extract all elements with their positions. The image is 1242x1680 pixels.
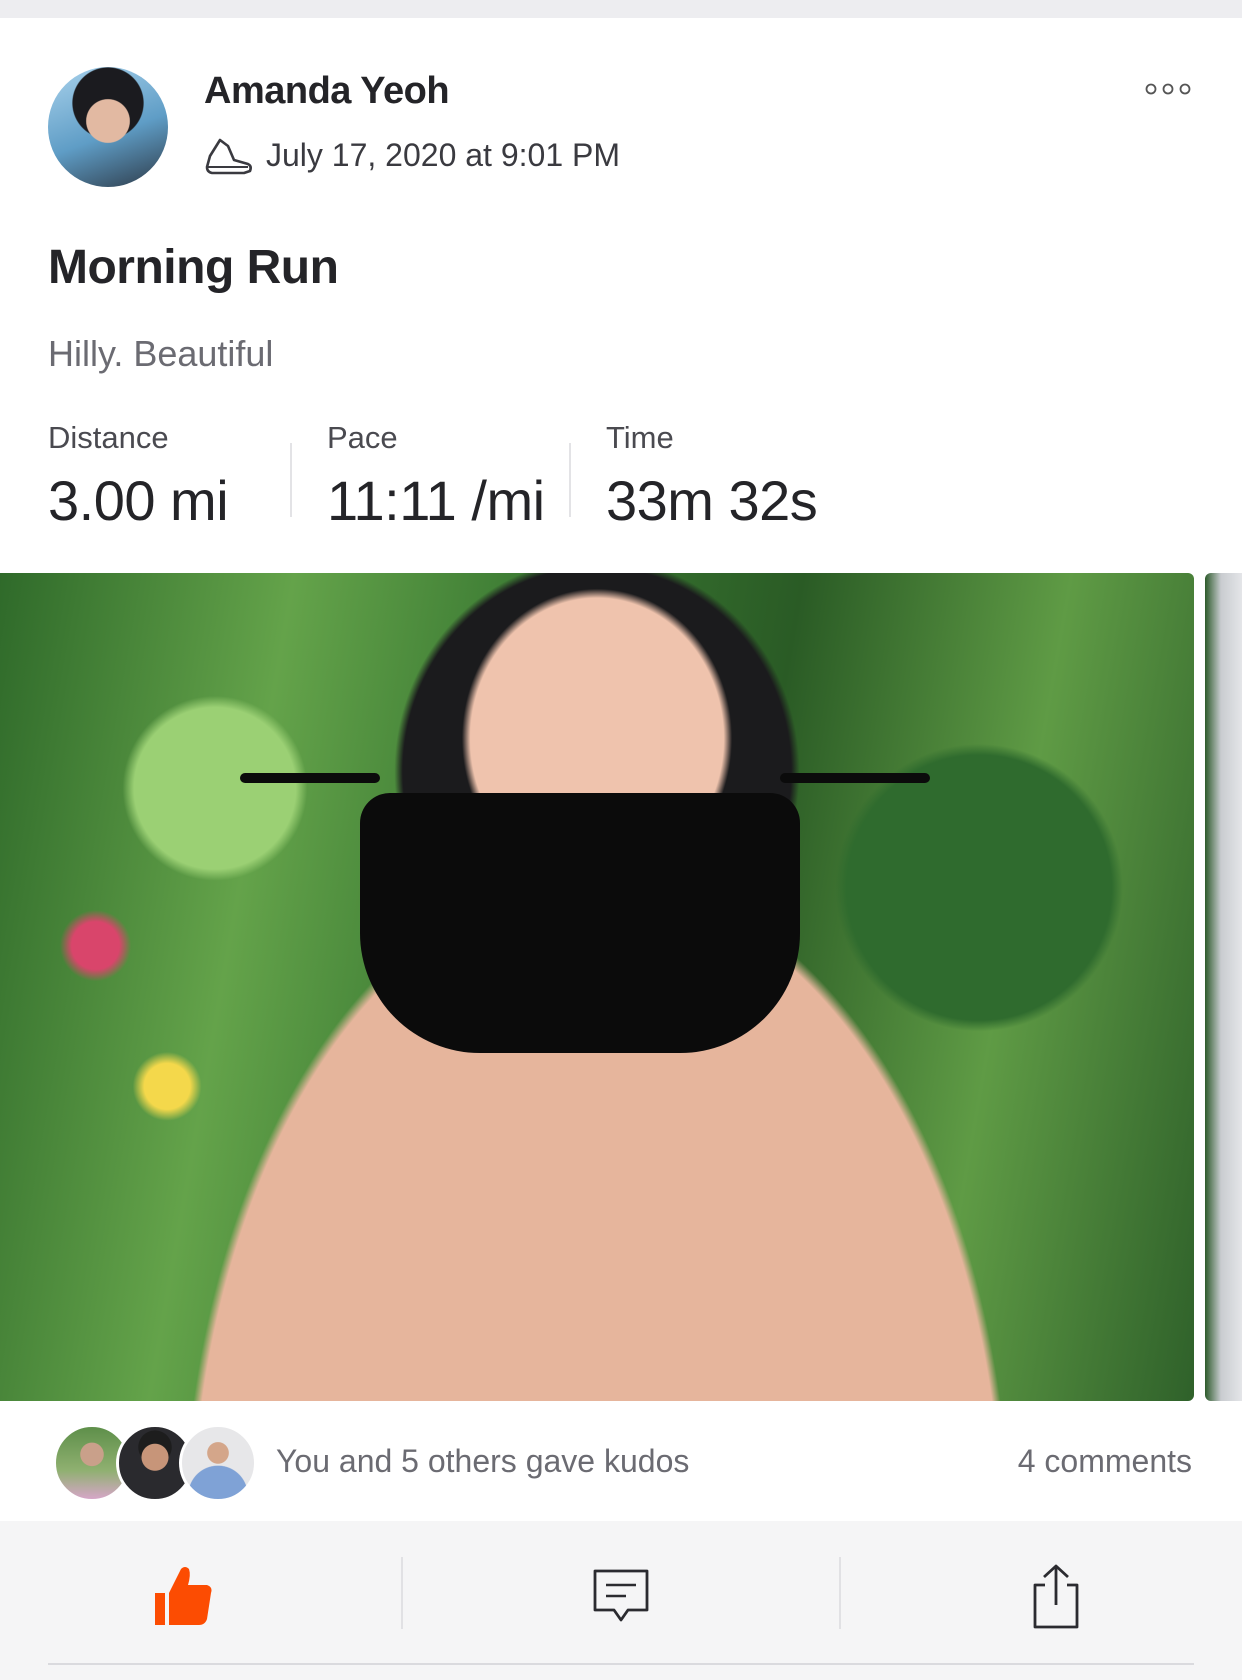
- action-bar: [0, 1521, 1242, 1680]
- author-avatar[interactable]: [48, 67, 168, 187]
- stat-value: 11:11 /mi: [327, 469, 545, 532]
- comment-icon: [593, 1569, 649, 1622]
- stat-divider: [290, 443, 292, 517]
- stat-distance: Distance 3.00 mi: [48, 420, 229, 533]
- stat-value: 3.00 mi: [48, 469, 229, 532]
- activity-date: July 17, 2020 at 9:01 PM: [266, 136, 620, 173]
- activity-photo[interactable]: [0, 573, 1194, 1401]
- face-mask-drawing: [360, 793, 800, 1053]
- action-divider: [401, 1557, 403, 1629]
- mask-strap: [780, 773, 930, 783]
- stat-time: Time 33m 32s: [606, 420, 818, 533]
- kudos-avatar[interactable]: [179, 1424, 257, 1502]
- kudos-summary[interactable]: You and 5 others gave kudos: [276, 1443, 689, 1480]
- kudos-button[interactable]: [83, 1521, 283, 1671]
- author-name[interactable]: Amanda Yeoh: [204, 70, 450, 113]
- post-meta: July 17, 2020 at 9:01 PM: [204, 134, 620, 176]
- thumbs-up-icon: [155, 1567, 212, 1625]
- stat-divider: [569, 443, 571, 517]
- share-icon: [1033, 1564, 1079, 1629]
- more-options-icon[interactable]: [1145, 78, 1191, 100]
- activity-description: Hilly. Beautiful: [48, 333, 274, 374]
- top-separator: [0, 0, 1242, 18]
- share-button[interactable]: [956, 1521, 1156, 1671]
- stat-pace: Pace 11:11 /mi: [327, 420, 545, 533]
- action-divider: [839, 1557, 841, 1629]
- stat-value: 33m 32s: [606, 469, 818, 532]
- comments-count[interactable]: 4 comments: [1018, 1443, 1192, 1480]
- stat-label: Pace: [327, 420, 398, 455]
- comment-button[interactable]: [521, 1521, 721, 1671]
- mask-strap: [240, 773, 380, 783]
- stat-label: Distance: [48, 420, 169, 455]
- bottom-divider: [48, 1663, 1194, 1665]
- stat-label: Time: [606, 420, 674, 455]
- shoe-icon: [205, 138, 252, 175]
- next-photo-peek[interactable]: [1205, 573, 1242, 1401]
- activity-title[interactable]: Morning Run: [48, 240, 339, 295]
